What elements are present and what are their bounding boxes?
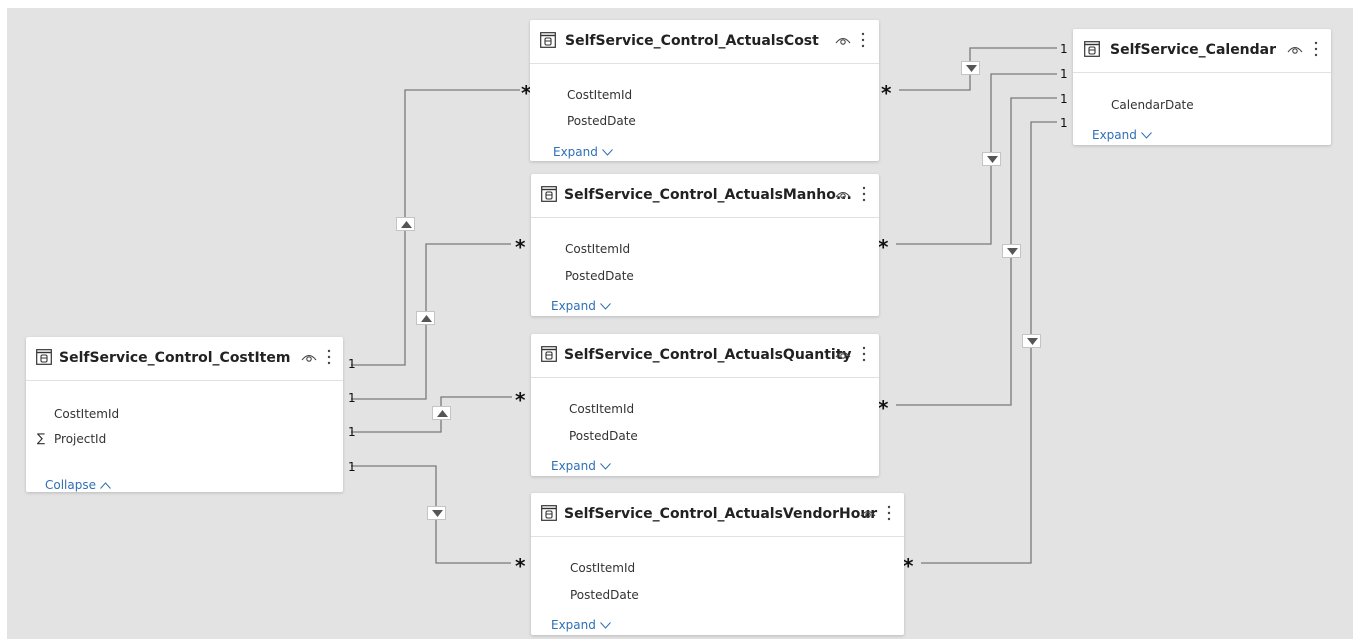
more-options-icon[interactable] <box>861 344 867 364</box>
cardinality-many: * <box>515 388 526 412</box>
more-options-icon[interactable] <box>1313 39 1319 59</box>
expand-label: Expand <box>553 145 598 159</box>
table-icon <box>1084 41 1100 57</box>
expand-label: Expand <box>1092 128 1137 142</box>
chevron-up-icon <box>100 482 111 489</box>
visibility-icon[interactable] <box>860 507 876 519</box>
table-header[interactable]: SelfService_Control_CostItem <box>26 337 343 381</box>
expand-button[interactable]: Expand <box>1092 127 1152 143</box>
cardinality-one: 1 <box>1060 42 1068 56</box>
collapse-button[interactable]: Collapse <box>45 477 111 493</box>
table-icon <box>540 32 556 48</box>
table-header[interactable]: SelfService_Control_ActualsVendorHour <box>531 493 904 537</box>
more-options-icon[interactable] <box>860 30 866 50</box>
crossfilter-arrow-up-icon[interactable] <box>396 217 415 231</box>
field-row[interactable]: PostedDate <box>565 268 634 284</box>
relationship-line <box>896 73 1057 245</box>
field-row[interactable]: CostItemId <box>569 401 634 417</box>
cardinality-many: * <box>515 235 526 259</box>
more-options-icon[interactable] <box>861 184 867 204</box>
table-icon <box>541 346 557 362</box>
crossfilter-arrow-down-icon[interactable] <box>1022 334 1041 348</box>
chevron-down-icon <box>600 463 611 470</box>
expand-label: Expand <box>551 299 596 313</box>
table-card-actualsquantity[interactable]: SelfService_Control_ActualsQuantity Cost… <box>531 334 879 476</box>
cardinality-one: 1 <box>1060 92 1068 106</box>
more-options-icon[interactable] <box>326 347 332 367</box>
visibility-icon[interactable] <box>835 188 851 200</box>
field-row[interactable]: ProjectId <box>54 431 106 447</box>
cardinality-many: * <box>878 235 889 259</box>
table-card-costitem[interactable]: SelfService_Control_CostItem CostItemId … <box>26 337 343 492</box>
table-title: SelfService_Control_ActualsQuantity <box>564 347 852 363</box>
chevron-down-icon <box>1141 132 1152 139</box>
table-title: SelfService_Control_ActualsCost <box>565 33 819 49</box>
table-header[interactable]: SelfService_Control_ActualsQuantity <box>531 334 879 378</box>
field-row[interactable]: PostedDate <box>569 428 638 444</box>
field-row[interactable]: PostedDate <box>567 113 636 129</box>
cardinality-one: 1 <box>348 460 356 474</box>
field-row[interactable]: CostItemId <box>570 560 635 576</box>
chevron-down-icon <box>602 149 613 156</box>
crossfilter-arrow-up-icon[interactable] <box>432 406 451 420</box>
table-title: SelfService_Control_ActualsManho... <box>564 187 852 203</box>
table-icon <box>36 349 52 365</box>
field-row[interactable]: CalendarDate <box>1111 97 1194 113</box>
crossfilter-arrow-up-icon[interactable] <box>416 311 435 325</box>
table-header[interactable]: SelfService_Calendar <box>1073 29 1331 73</box>
chevron-down-icon <box>600 622 611 629</box>
crossfilter-arrow-down-icon[interactable] <box>961 61 980 75</box>
cardinality-many: * <box>903 554 914 578</box>
visibility-icon[interactable] <box>301 351 317 363</box>
crossfilter-arrow-down-icon[interactable] <box>1002 244 1021 258</box>
table-card-actualsmanhours[interactable]: SelfService_Control_ActualsManho... Cost… <box>531 174 879 316</box>
collapse-label: Collapse <box>45 478 96 492</box>
cardinality-one: 1 <box>348 425 356 439</box>
crossfilter-arrow-down-icon[interactable] <box>427 506 446 520</box>
chevron-down-icon <box>600 303 611 310</box>
cardinality-one: 1 <box>348 391 356 405</box>
table-card-actualsvendorhour[interactable]: SelfService_Control_ActualsVendorHour Co… <box>531 493 904 635</box>
cardinality-one: 1 <box>348 357 356 371</box>
table-card-calendar[interactable]: SelfService_Calendar CalendarDate Expand <box>1073 29 1331 145</box>
cardinality-many: * <box>878 396 889 420</box>
expand-button[interactable]: Expand <box>551 458 611 474</box>
table-card-actualscost[interactable]: SelfService_Control_ActualsCost CostItem… <box>530 20 879 161</box>
visibility-icon[interactable] <box>1287 43 1303 55</box>
crossfilter-arrow-down-icon[interactable] <box>982 152 1001 166</box>
field-row[interactable]: CostItemId <box>565 241 630 257</box>
field-row[interactable]: CostItemId <box>567 87 632 103</box>
table-icon <box>541 505 557 521</box>
visibility-icon[interactable] <box>835 34 851 46</box>
table-title: SelfService_Control_ActualsVendorHour <box>564 506 878 522</box>
field-row[interactable]: CostItemId <box>54 406 119 422</box>
more-options-icon[interactable] <box>886 503 892 523</box>
expand-label: Expand <box>551 459 596 473</box>
expand-button[interactable]: Expand <box>551 617 611 633</box>
table-title: SelfService_Calendar <box>1110 42 1277 58</box>
sum-icon: ∑ <box>37 431 46 445</box>
table-header[interactable]: SelfService_Control_ActualsManho... <box>531 174 879 218</box>
cardinality-many: * <box>515 554 526 578</box>
expand-button[interactable]: Expand <box>551 298 611 314</box>
relationship-line <box>351 89 520 366</box>
expand-label: Expand <box>551 618 596 632</box>
table-header[interactable]: SelfService_Control_ActualsCost <box>530 20 879 64</box>
expand-button[interactable]: Expand <box>553 144 613 160</box>
relationship-line <box>896 97 1057 406</box>
cardinality-many: * <box>881 81 892 105</box>
model-canvas[interactable]: 1 1 1 1 * * * * * * * * 1 1 1 1 SelfServ… <box>7 8 1353 639</box>
table-icon <box>541 186 557 202</box>
table-title: SelfService_Control_CostItem <box>59 350 291 366</box>
cardinality-one: 1 <box>1060 67 1068 81</box>
field-row[interactable]: PostedDate <box>570 587 639 603</box>
visibility-icon[interactable] <box>835 348 851 360</box>
cardinality-one: 1 <box>1060 116 1068 130</box>
